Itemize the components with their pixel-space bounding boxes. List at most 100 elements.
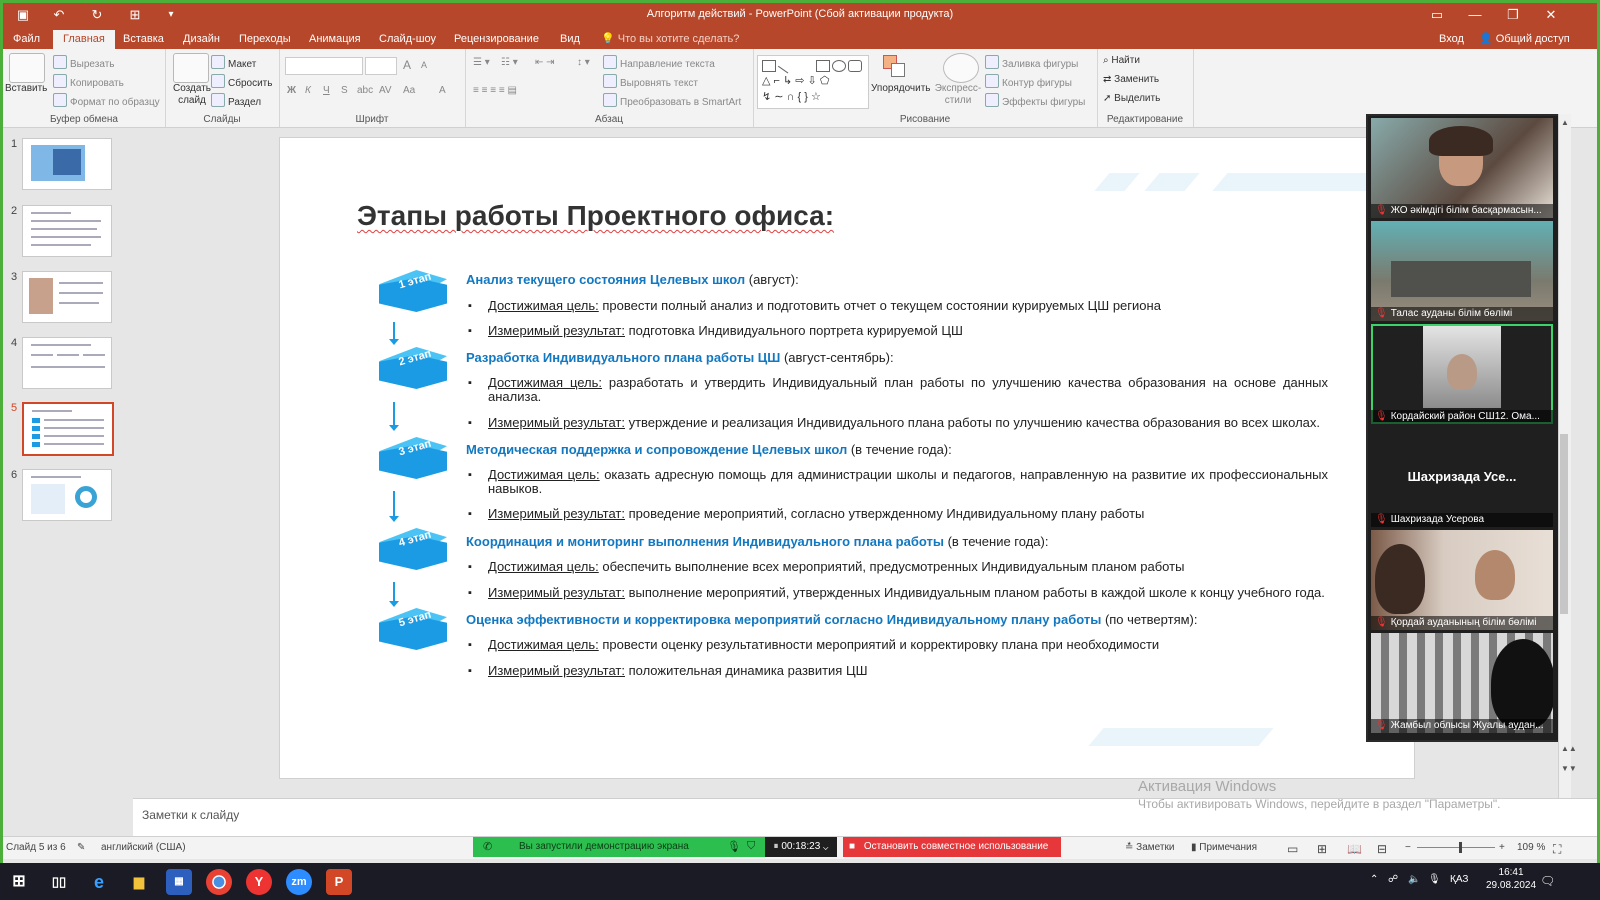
powerpoint-taskbar-icon[interactable]: P bbox=[326, 869, 352, 895]
stage-4-goal[interactable]: ▪ Достижимая цель: обеспечить выполнение … bbox=[466, 560, 1328, 574]
shrink-font-button[interactable]: A bbox=[421, 60, 427, 70]
change-case-button[interactable]: Aa bbox=[403, 85, 415, 96]
stop-share-button[interactable]: ■ Остановить совместное использование bbox=[843, 837, 1061, 857]
font-name-input[interactable] bbox=[285, 57, 363, 75]
task-view-icon[interactable]: ▯▯ bbox=[46, 869, 72, 895]
smartart-button[interactable]: Преобразовать в SmartArt bbox=[603, 93, 741, 108]
scrollbar-thumb[interactable] bbox=[1560, 434, 1568, 614]
network-icon[interactable]: ☍ bbox=[1388, 874, 1398, 885]
tab-view[interactable]: Вид bbox=[550, 30, 590, 49]
normal-view-icon[interactable]: ▭ bbox=[1287, 842, 1298, 856]
slide-thumbnail-4[interactable] bbox=[22, 337, 112, 389]
notes-placeholder[interactable]: Заметки к слайду bbox=[142, 808, 239, 822]
next-slide-icon[interactable]: ▼▼ bbox=[1561, 764, 1577, 773]
zoom-slider-thumb[interactable] bbox=[1458, 842, 1462, 853]
select-button[interactable]: ➚ Выделить bbox=[1103, 93, 1160, 104]
keyboard-layout[interactable]: ҚАЗ bbox=[1450, 874, 1468, 885]
stage-5-goal[interactable]: ▪ Достижимая цель: провести оценку резуль… bbox=[466, 638, 1328, 652]
reading-view-icon[interactable]: 📖 bbox=[1347, 842, 1362, 856]
ribbon-display-options-icon[interactable]: ▭ bbox=[1419, 5, 1455, 25]
format-painter-button[interactable]: Формат по образцу bbox=[53, 93, 160, 108]
rectangle-shape-icon[interactable] bbox=[816, 60, 830, 72]
participant-tile-active[interactable]: 🎙 Кордайский район СШ12. Ома... bbox=[1371, 324, 1553, 424]
minimize-button[interactable]: — bbox=[1457, 5, 1493, 25]
zoom-app-icon[interactable]: zm bbox=[286, 869, 312, 895]
text-direction-button[interactable]: Направление текста bbox=[603, 55, 715, 70]
scroll-up-icon[interactable]: ▲ bbox=[1561, 118, 1569, 127]
language-indicator[interactable]: английский (США) bbox=[101, 842, 186, 853]
stage-2-heading[interactable]: Разработка Индивидуального плана работы … bbox=[466, 350, 894, 365]
align-icons[interactable]: ≡ ≡ ≡ ≡ ▤ bbox=[473, 85, 517, 96]
stage-3-heading[interactable]: Методическая поддержка и сопровождение Ц… bbox=[466, 442, 952, 457]
close-button[interactable]: ✕ bbox=[1533, 5, 1569, 25]
sign-in-link[interactable]: Вход bbox=[1429, 30, 1474, 49]
find-button[interactable]: ⌕ Найти bbox=[1103, 55, 1140, 66]
stage-1-heading[interactable]: Анализ текущего состояния Целевых школ (… bbox=[466, 272, 799, 287]
char-spacing-button[interactable]: AV bbox=[379, 85, 392, 96]
zoom-level[interactable]: 109 % bbox=[1517, 842, 1545, 853]
new-slide-button[interactable]: Создать слайд bbox=[169, 83, 215, 107]
textbox-shape-icon[interactable] bbox=[762, 60, 776, 72]
calendar-app-icon[interactable]: ▦ bbox=[166, 869, 192, 895]
numbering-icon[interactable]: ☷ ▾ bbox=[501, 57, 518, 68]
bullets-icon[interactable]: ☰ ▾ bbox=[473, 57, 490, 68]
participant-tile[interactable]: 🎙 Жамбыл облысы Жуалы аудан... bbox=[1371, 633, 1553, 733]
stage-5-result[interactable]: ▪ Измеримый результат: положительная дина… bbox=[466, 664, 1328, 678]
layout-button[interactable]: Макет bbox=[211, 55, 256, 70]
participant-tile[interactable]: 🎙 Қордай ауданының білім бөлімі bbox=[1371, 530, 1553, 630]
mic-icon[interactable]: 🎙 bbox=[727, 840, 741, 853]
shadow-button[interactable]: abc bbox=[357, 85, 373, 96]
strike-button[interactable]: S bbox=[341, 85, 348, 96]
comments-toggle[interactable]: ▮ Примечания bbox=[1191, 842, 1257, 853]
quick-styles-icon[interactable] bbox=[943, 53, 979, 83]
stage-4-heading[interactable]: Координация и мониторинг выполнения Инди… bbox=[466, 534, 1048, 549]
slide-thumbnail-5[interactable] bbox=[22, 402, 114, 456]
tab-transitions[interactable]: Переходы bbox=[229, 30, 301, 49]
cut-button[interactable]: Вырезать bbox=[53, 55, 114, 70]
restore-button[interactable]: ❐ bbox=[1495, 5, 1531, 25]
indent-icon[interactable]: ⇤ ⇥ bbox=[535, 57, 555, 68]
chrome-icon[interactable] bbox=[206, 869, 232, 895]
participant-tile[interactable]: 🎙 ЖО әкімдігі білім басқармасын... bbox=[1371, 118, 1553, 218]
tab-home[interactable]: Главная bbox=[53, 30, 115, 49]
section-button[interactable]: Раздел bbox=[211, 93, 261, 108]
spellcheck-icon[interactable]: ✎ bbox=[77, 842, 85, 853]
more-shapes-row-icon[interactable]: △ ⌐ ↳ ⇨ ⇩ ⬠ bbox=[762, 74, 829, 87]
underline-button[interactable]: Ч bbox=[323, 85, 330, 96]
zoom-out-icon[interactable]: − bbox=[1405, 842, 1411, 853]
tab-review[interactable]: Рецензирование bbox=[444, 30, 549, 49]
stage-4-result[interactable]: ▪ Измеримый результат: выполнение меропри… bbox=[466, 586, 1328, 600]
tab-slideshow[interactable]: Слайд-шоу bbox=[369, 30, 446, 49]
stage-5-heading[interactable]: Оценка эффективности и корректировка мер… bbox=[466, 612, 1197, 627]
arrange-button[interactable]: Упорядочить bbox=[871, 83, 931, 94]
more-shapes-row2-icon[interactable]: ↯ ∼ ∩ { } ☆ bbox=[762, 90, 821, 103]
new-slide-icon[interactable] bbox=[173, 53, 209, 83]
stage-3-goal[interactable]: ▪ Достижимая цель: оказать адресную помощ… bbox=[466, 468, 1328, 496]
align-text-button[interactable]: Выровнять текст bbox=[603, 74, 698, 89]
slide-canvas[interactable]: Этапы работы Проектного офиса: 1 этап Ан… bbox=[279, 137, 1415, 779]
replace-button[interactable]: ⇄ Заменить bbox=[1103, 74, 1159, 85]
notifications-icon[interactable]: 🗨 bbox=[1540, 874, 1555, 888]
stage-1-goal[interactable]: ▪ Достижимая цель: провести полный анализ… bbox=[466, 299, 1328, 313]
slide-thumbnail-2[interactable] bbox=[22, 205, 112, 257]
tell-me-search[interactable]: 💡 Что вы хотите сделать? bbox=[591, 30, 749, 49]
participant-tile[interactable]: Шахризада Усе... 🎙 Шахризада Усерова bbox=[1371, 427, 1553, 527]
slide-title[interactable]: Этапы работы Проектного офиса: bbox=[357, 200, 834, 232]
share-timer[interactable]: ⏸ 00:18:23 ⌄ bbox=[765, 837, 837, 857]
volume-icon[interactable]: 🔈 bbox=[1408, 874, 1420, 885]
vertical-scrollbar[interactable]: ▲ ▲▲ ▼▼ bbox=[1558, 114, 1577, 798]
slide-sorter-icon[interactable]: ⊞ bbox=[1317, 842, 1327, 856]
shape-fill-button[interactable]: Заливка фигуры bbox=[985, 55, 1078, 70]
tab-design[interactable]: Дизайн bbox=[173, 30, 230, 49]
clock[interactable]: 16:41 29.08.2024 bbox=[1486, 866, 1536, 892]
yandex-browser-icon[interactable]: Y bbox=[246, 869, 272, 895]
stage-2-result[interactable]: ▪ Измеримый результат: утверждение и реал… bbox=[466, 416, 1328, 430]
zoom-in-icon[interactable]: + bbox=[1499, 842, 1505, 853]
paste-icon[interactable] bbox=[9, 53, 45, 83]
line-spacing-icon[interactable]: ↕ ▾ bbox=[577, 57, 590, 68]
stage-1-result[interactable]: ▪ Измеримый результат: подготовка Индивид… bbox=[466, 324, 1328, 338]
shape-effects-button[interactable]: Эффекты фигуры bbox=[985, 93, 1085, 108]
grow-font-button[interactable]: A bbox=[403, 58, 411, 72]
zoom-slider[interactable] bbox=[1417, 842, 1495, 853]
line-shape-icon[interactable] bbox=[777, 57, 795, 74]
